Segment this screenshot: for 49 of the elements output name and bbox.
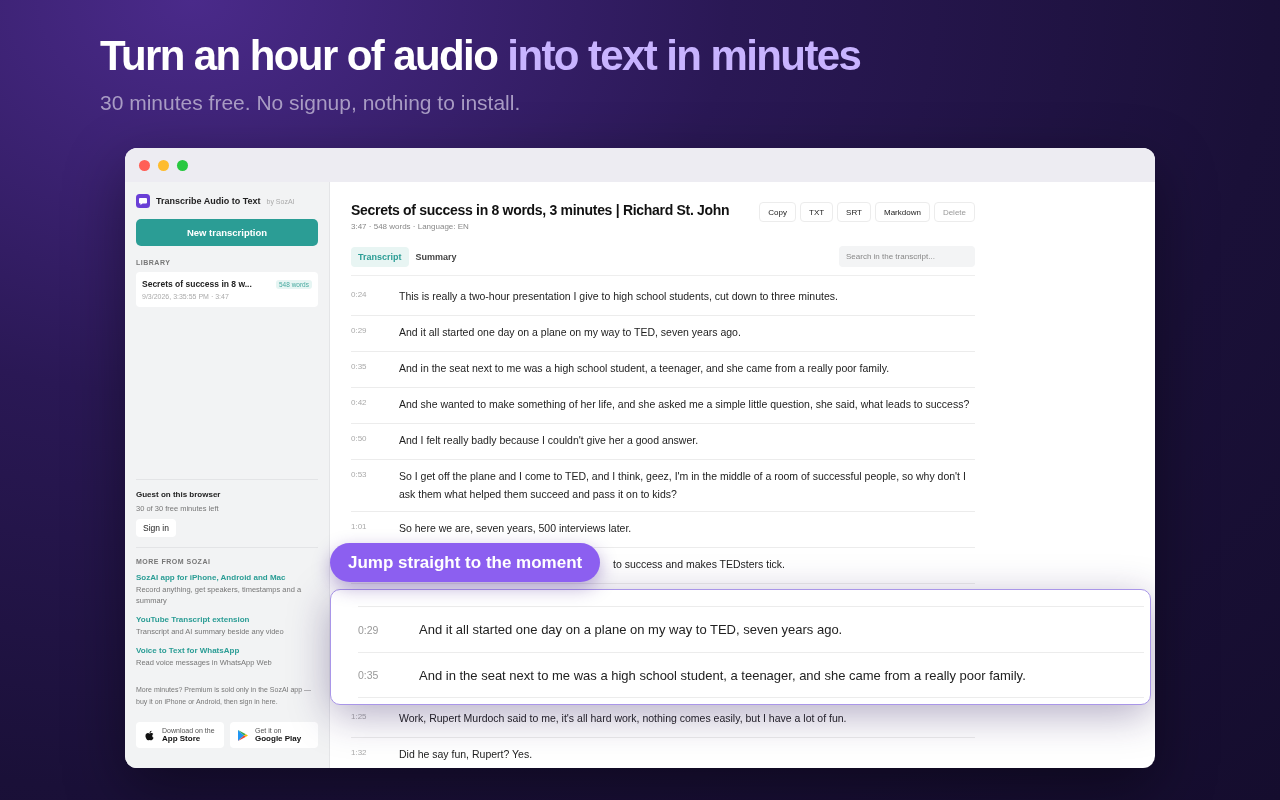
transcript-line: So here we are, seven years, 500 interviews later. [399, 521, 632, 536]
app-logo-icon [136, 194, 150, 208]
action-button[interactable]: TXT [800, 202, 834, 222]
timestamp[interactable]: 0:50 [351, 433, 399, 451]
product-link[interactable]: YouTube Transcript extension [136, 615, 318, 624]
hero-heading: Turn an hour of audio into text in minutes [100, 32, 862, 80]
zoom-light-icon[interactable] [177, 159, 188, 171]
transcript-line: So I get off the plane and I come to TED, and I think, geez, I'm in the middle of a room of successful people, so why don't I ask them what helped them succeed and pass it on to kids? [399, 469, 967, 502]
action-button[interactable]: Copy [759, 202, 796, 222]
play-store-icon [238, 729, 248, 741]
product-link[interactable]: Voice to Text for WhatsApp [136, 646, 318, 655]
hero-subtitle: 30 minutes free. No signup, nothing to install. [100, 90, 522, 116]
transcript-line: And she wanted to make something of her life, and she asked me a simple little question, she said, what leads to success? [399, 397, 970, 412]
transcript-line: Work, Rupert Murdoch said to me, it's all hard work, nothing comes easily, but I have a lot of fun. [399, 711, 847, 726]
apple-icon [144, 729, 155, 741]
transcript-line: And it all started one day on a plane on my way to TED, seven years ago. [399, 325, 741, 340]
action-button[interactable]: Markdown [874, 202, 930, 222]
timestamp[interactable]: 0:35 [351, 361, 399, 379]
timestamp[interactable]: 0:42 [351, 397, 399, 415]
sign-in-button[interactable]: Sign in [136, 519, 176, 537]
callout-label: Jump straight to the moment [330, 543, 601, 582]
timestamp[interactable]: 1:32 [351, 747, 399, 765]
transcript-title: Secrets of success in 8 words, 3 minutes | Richard St. John [351, 202, 730, 218]
product-link[interactable]: SozAI app for iPhone, Android and Mac [136, 573, 318, 582]
transcript-line: This is really a two-hour presentation I give to high school students, cut down to three minutes. [399, 289, 838, 304]
transcript-line: And it all started one day on a plane on my way to TED, seven years ago. [419, 622, 843, 637]
transcript-line: And I felt really badly because I couldn't give her a good answer. [399, 433, 699, 448]
minimize-light-icon[interactable] [158, 159, 169, 171]
timestamp[interactable]: 0:29 [358, 623, 419, 636]
tab[interactable]: Summary [408, 246, 464, 267]
timestamp[interactable]: 1:01 [351, 521, 399, 539]
close-light-icon[interactable] [139, 159, 150, 171]
timestamp[interactable]: 1:25 [351, 711, 399, 729]
search-field[interactable]: Search in the transcript... [839, 246, 975, 267]
action-button[interactable]: SRT [837, 202, 871, 222]
timestamp[interactable]: 0:35 [358, 669, 419, 681]
timestamp[interactable]: 0:53 [351, 469, 399, 503]
guest-title: Guest on this browser [136, 490, 222, 499]
transcript-line: And in the seat next to me was a high school student, a teenager, and she came from a really poor family. [399, 361, 890, 376]
app-title: Transcribe Audio to Text [156, 196, 261, 206]
transcript-meta: 3:47 · 548 words · Language: EN [351, 222, 470, 231]
tab[interactable]: Transcript [351, 246, 409, 267]
new-transcription-button[interactable]: New transcription [136, 219, 318, 246]
timestamp[interactable]: 0:24 [351, 289, 399, 307]
transcript-line: And in the seat next to me was a high school student, a teenager, and she came from a really poor family. [419, 667, 1026, 683]
transcript-line: Did he say fun, Rupert? Yes. [399, 747, 533, 762]
transcript-line: to success and makes TEDsters tick. [613, 557, 785, 572]
library-item-title: Secrets of success in 8 w... [142, 279, 252, 289]
timestamp[interactable]: 0:29 [351, 325, 399, 343]
